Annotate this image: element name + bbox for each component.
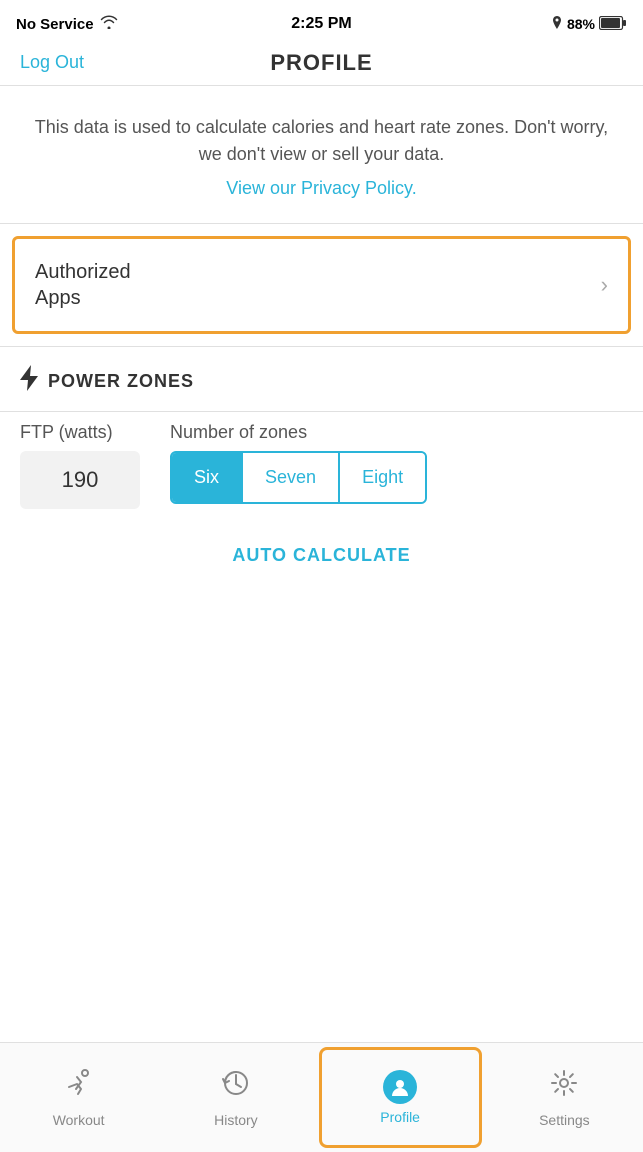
ftp-zones-row: FTP (watts) 190 Number of zones Six Seve… bbox=[0, 412, 643, 529]
bolt-icon bbox=[20, 365, 38, 397]
tab-profile[interactable]: Profile bbox=[319, 1047, 482, 1148]
divider-1 bbox=[0, 223, 643, 224]
zones-label: Number of zones bbox=[170, 422, 427, 443]
content: This data is used to calculate calories … bbox=[0, 86, 643, 1042]
profile-label: Profile bbox=[380, 1109, 420, 1125]
zones-section: Number of zones Six Seven Eight bbox=[170, 422, 427, 504]
wifi-icon bbox=[100, 15, 118, 33]
location-icon bbox=[551, 16, 563, 33]
history-label: History bbox=[214, 1112, 258, 1128]
battery-percent: 88% bbox=[567, 16, 595, 32]
ftp-section: FTP (watts) 190 bbox=[20, 422, 140, 509]
status-left: No Service bbox=[16, 15, 118, 33]
authorized-apps-label: Authorized Apps bbox=[35, 259, 131, 311]
status-right: 88% bbox=[551, 16, 627, 33]
tab-bar: Workout History Profile bbox=[0, 1042, 643, 1152]
tab-history[interactable]: History bbox=[157, 1043, 314, 1152]
zone-seven-button[interactable]: Seven bbox=[241, 453, 338, 502]
tab-settings[interactable]: Settings bbox=[486, 1043, 643, 1152]
battery-icon bbox=[599, 16, 627, 33]
profile-icon bbox=[383, 1070, 417, 1104]
status-bar: No Service 2:25 PM 88% bbox=[0, 0, 643, 44]
header: Log Out PROFILE bbox=[0, 44, 643, 86]
workout-icon bbox=[63, 1067, 95, 1107]
page-title: PROFILE bbox=[270, 50, 372, 76]
ftp-value[interactable]: 190 bbox=[20, 451, 140, 509]
settings-label: Settings bbox=[539, 1112, 590, 1128]
description-text: This data is used to calculate calories … bbox=[30, 114, 613, 168]
tab-workout[interactable]: Workout bbox=[0, 1043, 157, 1152]
auto-calculate-button[interactable]: AUTO CALCULATE bbox=[232, 545, 410, 566]
logout-button[interactable]: Log Out bbox=[20, 52, 84, 73]
privacy-policy-link[interactable]: View our Privacy Policy. bbox=[226, 178, 416, 198]
ftp-label: FTP (watts) bbox=[20, 422, 140, 443]
status-time: 2:25 PM bbox=[291, 15, 351, 33]
carrier-text: No Service bbox=[16, 16, 94, 33]
workout-label: Workout bbox=[53, 1112, 105, 1128]
zone-eight-button[interactable]: Eight bbox=[338, 453, 425, 502]
description-section: This data is used to calculate calories … bbox=[0, 86, 643, 223]
history-icon bbox=[220, 1067, 252, 1107]
zone-six-button[interactable]: Six bbox=[172, 453, 241, 502]
power-zones-header: POWER ZONES bbox=[0, 347, 643, 411]
zones-buttons: Six Seven Eight bbox=[170, 451, 427, 504]
authorized-apps-row[interactable]: Authorized Apps › bbox=[12, 236, 631, 334]
chevron-right-icon: › bbox=[601, 272, 608, 298]
power-zones-title: POWER ZONES bbox=[48, 371, 194, 392]
settings-icon bbox=[548, 1067, 580, 1107]
auto-calculate-section: AUTO CALCULATE bbox=[0, 529, 643, 596]
